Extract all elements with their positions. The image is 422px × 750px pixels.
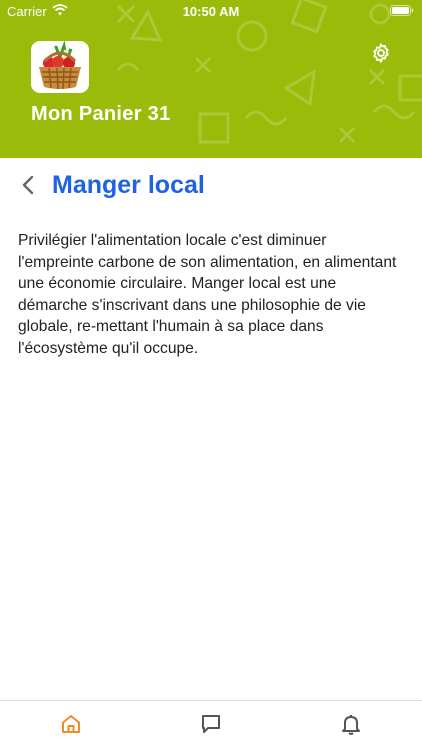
- tab-home[interactable]: [58, 711, 84, 737]
- battery-icon: [390, 5, 414, 16]
- page-title: Manger local: [52, 170, 205, 199]
- tab-messages[interactable]: [198, 711, 224, 737]
- status-time: 10:50 AM: [182, 4, 240, 19]
- tab-bar: [0, 700, 422, 750]
- back-button[interactable]: [18, 168, 46, 202]
- gear-icon: [373, 43, 389, 63]
- article-body: Privilégier l'alimentation locale c'est …: [18, 232, 397, 357]
- status-bar: Carrier 10:50 AM: [0, 0, 422, 24]
- chat-bubble-icon: [202, 715, 220, 733]
- chevron-left-icon: [22, 175, 34, 195]
- app-header: Carrier 10:50 AM Mon Panier 31: [0, 0, 422, 158]
- vegetable-basket-icon: [39, 41, 81, 90]
- settings-button[interactable]: [368, 40, 394, 66]
- app-title: Mon Panier 31: [31, 103, 171, 125]
- page-header: Manger local: [18, 168, 408, 202]
- home-icon: [62, 715, 80, 733]
- app-logo: [31, 41, 89, 93]
- tab-notifications[interactable]: [338, 711, 364, 737]
- bell-icon: [342, 715, 360, 735]
